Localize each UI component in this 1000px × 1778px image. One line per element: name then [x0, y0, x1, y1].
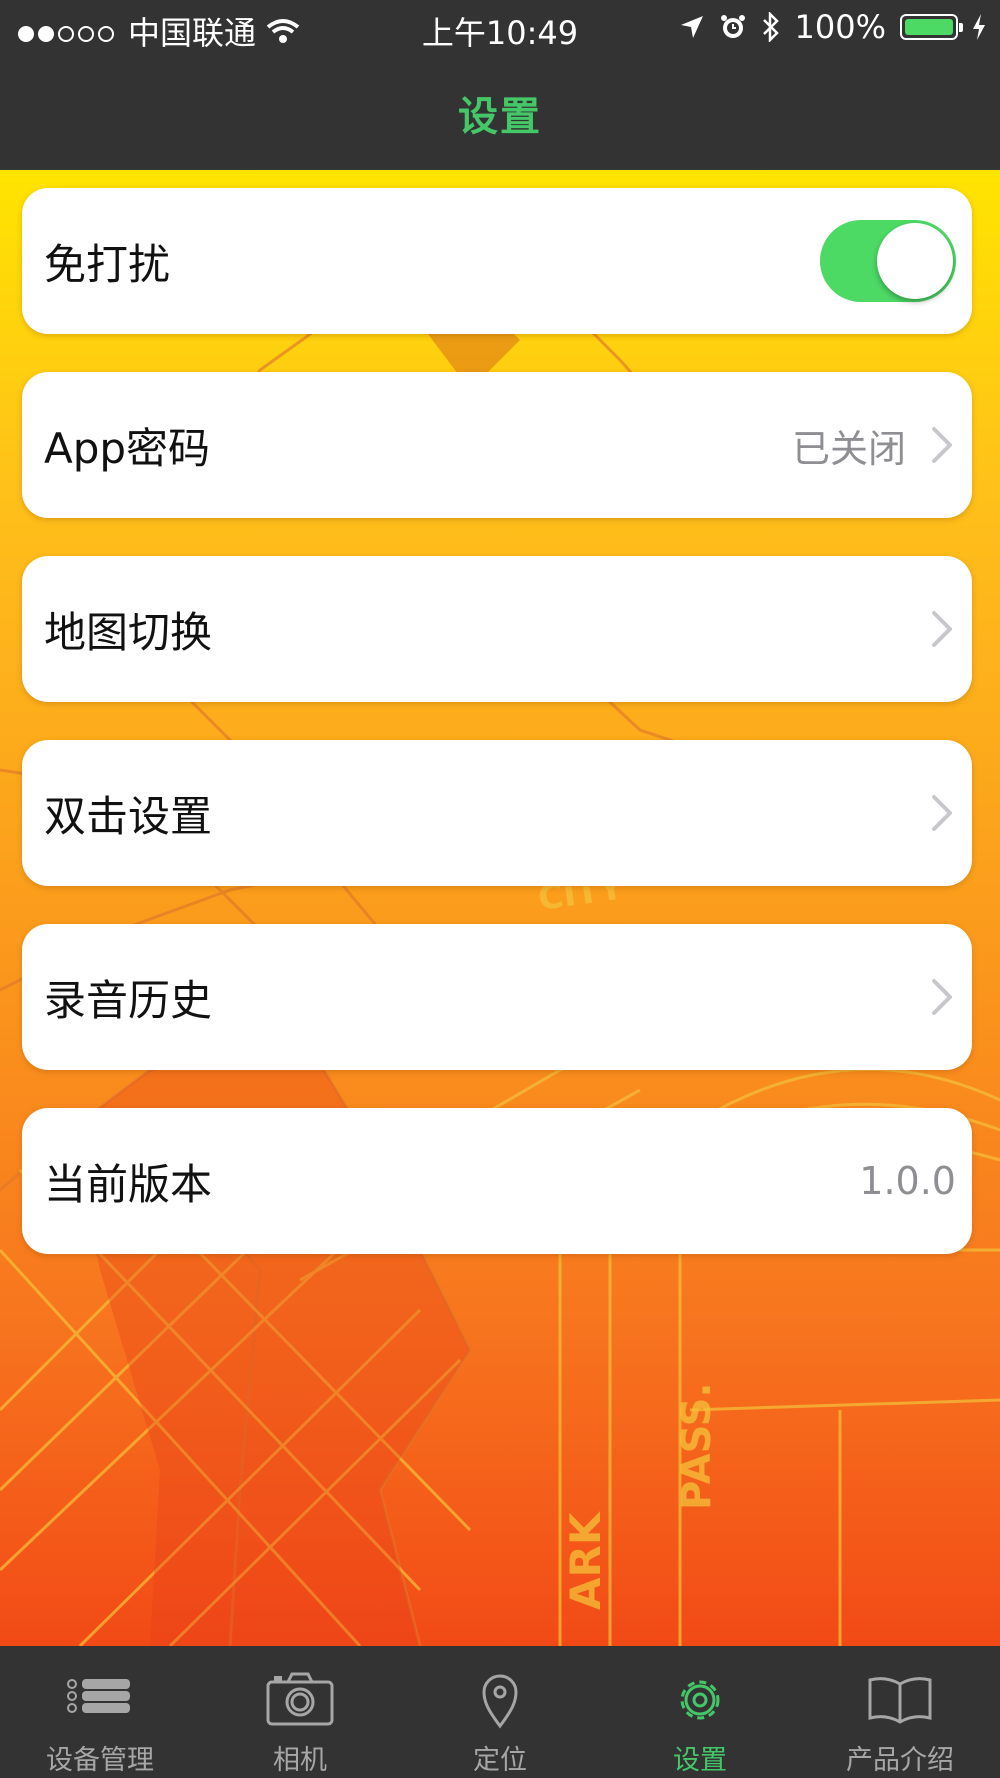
tab-bar: 设备管理 相机 定位 设置 产品介绍: [0, 1646, 1000, 1778]
app-password-status: 已关闭: [791, 426, 906, 471]
gear-icon: [680, 1680, 720, 1720]
battery-icon: [900, 14, 963, 40]
toggle-knob: [877, 223, 953, 299]
version-label: 当前版本: [44, 1159, 213, 1209]
svg-text:PASS.: PASS.: [674, 1382, 720, 1510]
version-value: 1.0.0: [859, 1159, 956, 1203]
record-history-row[interactable]: 录音历史: [22, 924, 972, 1070]
tab-location[interactable]: 定位: [400, 1646, 600, 1778]
battery-percent: 100%: [794, 8, 886, 46]
status-bar: 中国联通 上午10:49 100%: [0, 0, 1000, 56]
page-title: 设置: [458, 94, 542, 140]
app-password-label: App密码: [44, 423, 211, 473]
list-icon: [67, 1679, 130, 1713]
tab-device-management[interactable]: 设备管理: [0, 1646, 200, 1778]
version-row: 当前版本 1.0.0: [22, 1108, 972, 1254]
charging-icon: [973, 14, 985, 40]
location-pin-icon: [482, 1674, 518, 1729]
book-icon: [868, 1677, 932, 1724]
status-right: 100%: [679, 8, 986, 46]
do-not-disturb-label: 免打扰: [44, 239, 171, 289]
do-not-disturb-toggle[interactable]: [820, 220, 956, 302]
tab-camera[interactable]: 相机: [200, 1646, 400, 1778]
tab-label: 相机: [273, 1745, 327, 1776]
chevron-right-icon: [932, 795, 952, 831]
chevron-right-icon: [932, 979, 952, 1015]
tab-label: 设置: [673, 1745, 727, 1776]
chevron-right-icon: [932, 611, 952, 647]
svg-text:ARK: ARK: [561, 1511, 610, 1610]
map-switch-label: 地图切换: [44, 607, 213, 657]
map-switch-row[interactable]: 地图切换: [22, 556, 972, 702]
camera-icon: [266, 1672, 334, 1726]
app-password-row[interactable]: App密码 已关闭: [22, 372, 972, 518]
double-click-row[interactable]: 双击设置: [22, 740, 972, 886]
tab-label: 定位: [473, 1745, 527, 1776]
double-click-label: 双击设置: [44, 791, 213, 841]
alarm-icon: [720, 15, 745, 38]
navigation-bar: 设置: [0, 56, 1000, 170]
tab-label: 产品介绍: [846, 1745, 954, 1776]
chevron-right-icon: [932, 427, 952, 463]
bluetooth-icon: [762, 12, 779, 42]
record-history-label: 录音历史: [44, 975, 213, 1025]
do-not-disturb-row: 免打扰: [22, 188, 972, 334]
tab-label: 设备管理: [46, 1745, 154, 1776]
settings-content[interactable]: CITY ST. ST ARK PASS. 免打扰 App密码 已关闭 地图切换…: [0, 170, 1000, 1646]
tab-settings[interactable]: 设置: [600, 1646, 800, 1778]
tab-product-intro[interactable]: 产品介绍: [800, 1646, 1000, 1778]
location-arrow-icon: [680, 16, 703, 38]
